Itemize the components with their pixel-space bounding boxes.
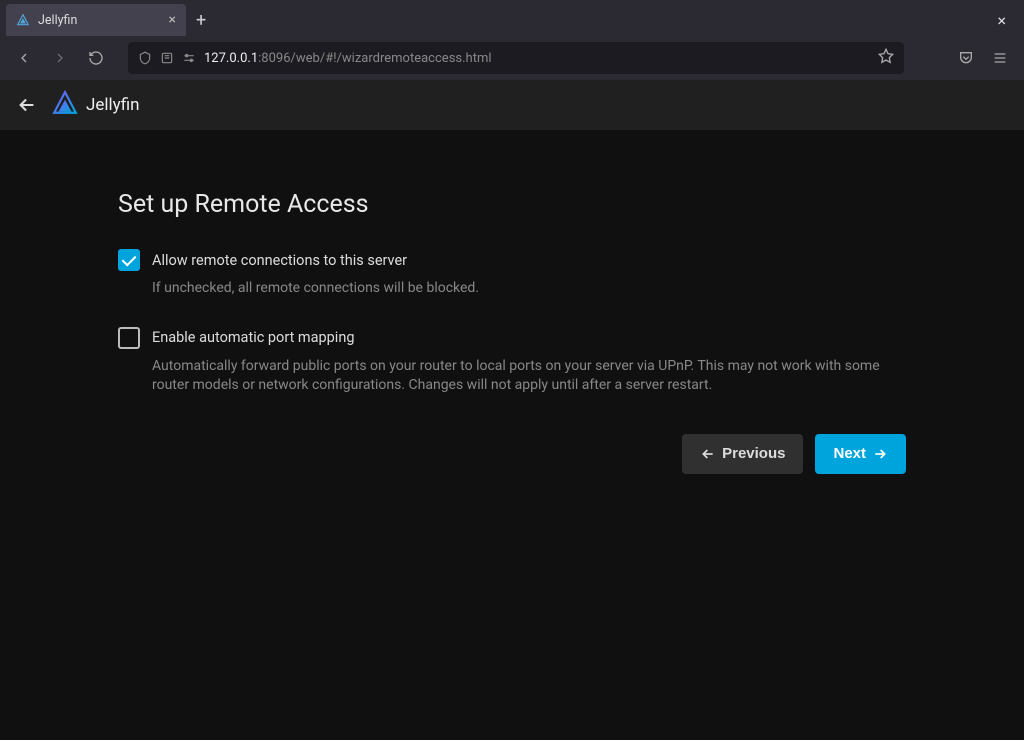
app-menu-icon[interactable] bbox=[986, 44, 1014, 72]
desc-allow-remote: If unchecked, all remote connections wil… bbox=[152, 279, 906, 299]
window-close-icon[interactable]: × bbox=[985, 4, 1018, 36]
button-row: Previous Next bbox=[118, 434, 906, 474]
tab-close-icon[interactable]: × bbox=[169, 12, 176, 28]
url-bar[interactable]: 127.0.0.1:8096/web/#!/wizardremoteaccess… bbox=[128, 42, 904, 74]
arrow-right-icon bbox=[872, 446, 888, 462]
label-allow-remote: Allow remote connections to this server bbox=[152, 252, 407, 269]
url-text: 127.0.0.1:8096/web/#!/wizardremoteaccess… bbox=[204, 51, 870, 66]
page-title: Set up Remote Access bbox=[118, 190, 906, 219]
brand-name: Jellyfin bbox=[86, 95, 140, 115]
next-button-label: Next bbox=[833, 445, 866, 462]
next-button[interactable]: Next bbox=[815, 434, 906, 474]
page-info-icon bbox=[160, 51, 174, 65]
checkbox-upnp[interactable] bbox=[118, 327, 140, 349]
browser-chrome: Jellyfin × + × 127.0.0.1:8096/web bbox=[0, 0, 1024, 80]
content-area: Set up Remote Access Allow remote connec… bbox=[0, 130, 1024, 740]
tab-strip: Jellyfin × + × bbox=[0, 0, 1024, 36]
previous-button-label: Previous bbox=[722, 445, 785, 462]
jellyfin-favicon-icon bbox=[16, 13, 30, 27]
desc-upnp: Automatically forward public ports on yo… bbox=[152, 357, 906, 396]
option-allow-remote: Allow remote connections to this server … bbox=[118, 249, 906, 299]
header-back-button[interactable] bbox=[16, 94, 38, 116]
label-upnp: Enable automatic port mapping bbox=[152, 329, 354, 346]
url-host: 127.0.0.1 bbox=[204, 51, 258, 66]
nav-forward-button[interactable] bbox=[46, 44, 74, 72]
option-upnp: Enable automatic port mapping Automatica… bbox=[118, 327, 906, 396]
permissions-icon bbox=[182, 51, 196, 65]
browser-toolbar: 127.0.0.1:8096/web/#!/wizardremoteaccess… bbox=[0, 36, 1024, 80]
brand: Jellyfin bbox=[52, 90, 140, 120]
app-header: Jellyfin bbox=[0, 80, 1024, 130]
shield-icon bbox=[138, 51, 152, 65]
wizard-panel: Set up Remote Access Allow remote connec… bbox=[102, 190, 922, 474]
previous-button[interactable]: Previous bbox=[682, 434, 803, 474]
tab-title: Jellyfin bbox=[38, 13, 161, 28]
pocket-icon[interactable] bbox=[952, 44, 980, 72]
new-tab-button[interactable]: + bbox=[186, 4, 216, 36]
nav-reload-button[interactable] bbox=[82, 44, 110, 72]
browser-tab[interactable]: Jellyfin × bbox=[6, 4, 186, 36]
bookmark-star-icon[interactable] bbox=[878, 48, 894, 68]
url-path: :8096/web/#!/wizardremoteaccess.html bbox=[258, 51, 491, 66]
nav-back-button[interactable] bbox=[10, 44, 38, 72]
jellyfin-logo-icon bbox=[52, 90, 78, 120]
arrow-left-icon bbox=[700, 446, 716, 462]
checkbox-allow-remote[interactable] bbox=[118, 249, 140, 271]
